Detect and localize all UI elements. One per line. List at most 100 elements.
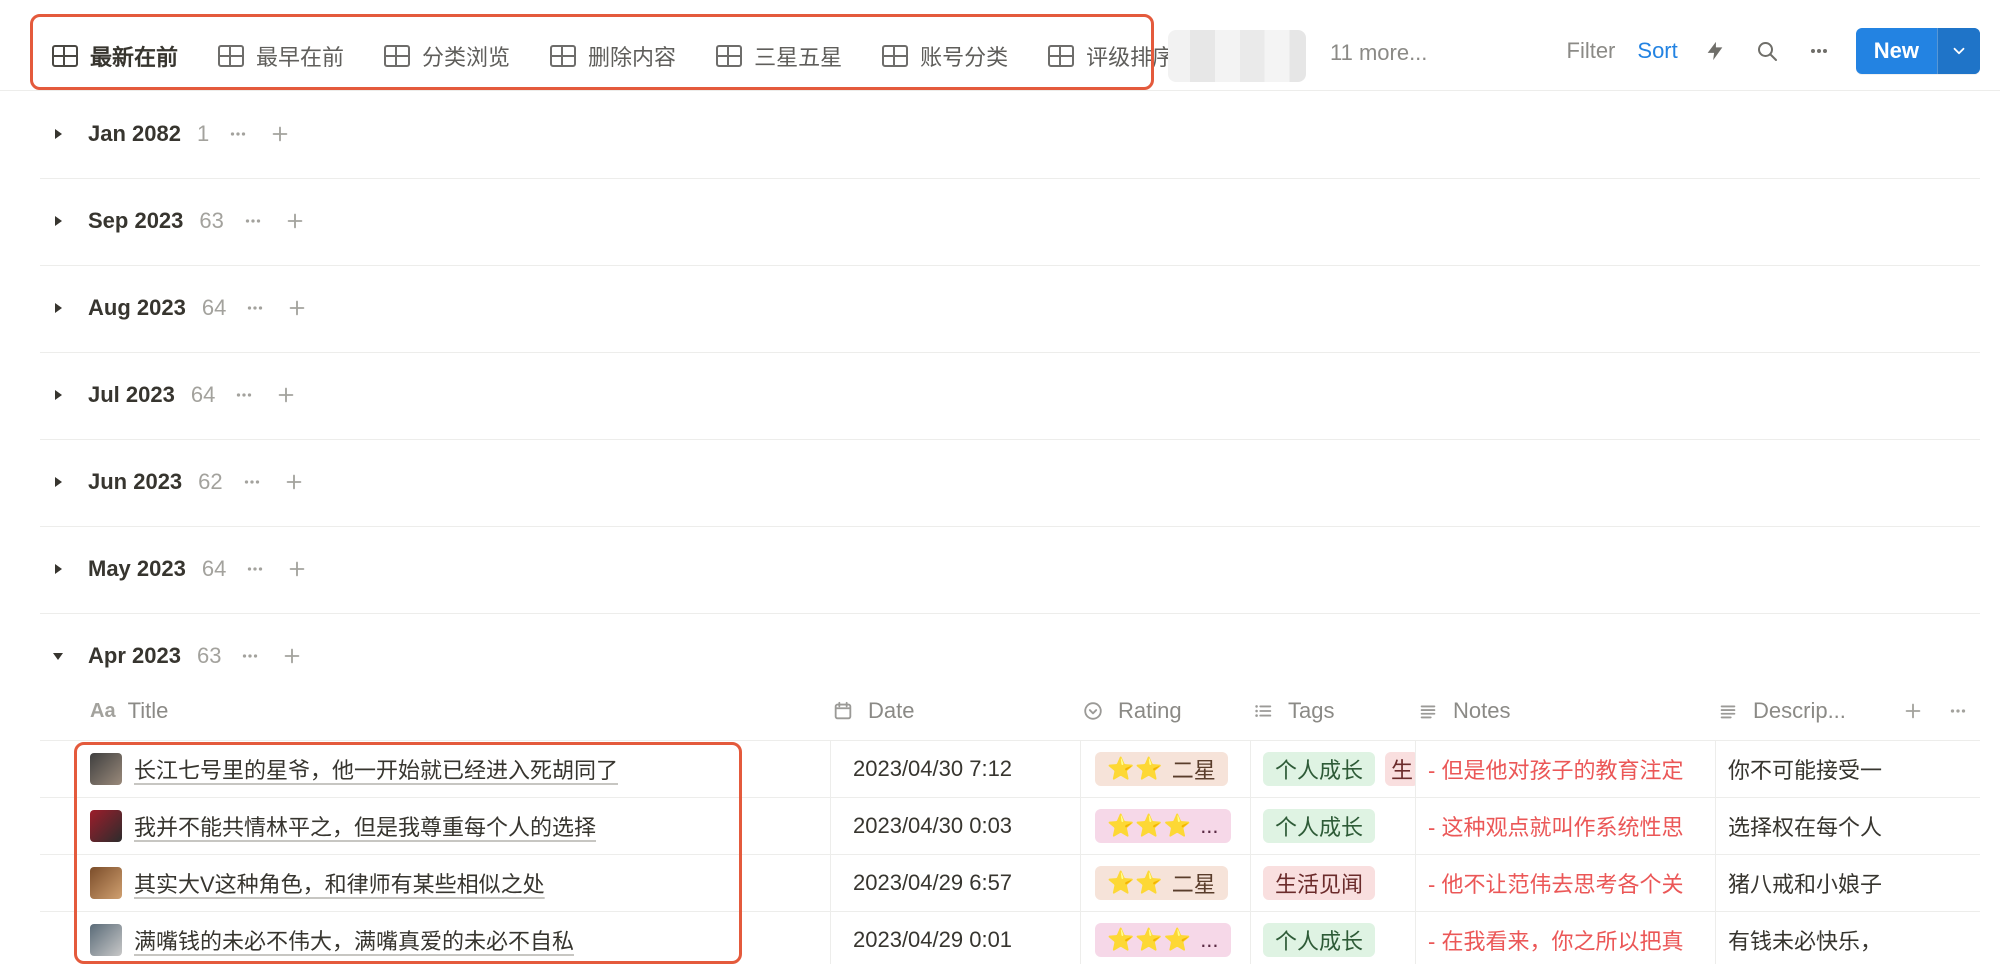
tag-pill[interactable]: 生活见闻 <box>1263 866 1376 900</box>
cell-rating[interactable]: ⭐⭐⭐ ... <box>1080 798 1250 854</box>
group-label: Jul 2023 <box>88 382 175 407</box>
cell-notes[interactable]: - 这种观点就叫作系统性思 <box>1415 798 1715 854</box>
cell-title[interactable]: 我并不能共情林平之，但是我尊重每个人的选择 <box>90 798 860 854</box>
group-add-icon[interactable] <box>281 471 307 493</box>
tag-pill[interactable]: 生 <box>1385 752 1415 786</box>
group-more-icon[interactable] <box>237 645 263 667</box>
tab-browse-by-category[interactable]: 分类浏览 <box>372 24 526 88</box>
header-date-label: Date <box>868 698 915 723</box>
tab-deleted-content[interactable]: 删除内容 <box>538 24 692 88</box>
cell-tags[interactable]: 个人成长 <box>1250 912 1415 964</box>
group-more-icon[interactable] <box>239 471 265 493</box>
cell-notes[interactable]: - 在我看来，你之所以把真 <box>1415 912 1715 964</box>
group-add-icon[interactable] <box>284 297 310 319</box>
cell-date[interactable]: 2023/04/29 0:01 <box>830 912 1080 964</box>
table-row[interactable]: 我并不能共情林平之，但是我尊重每个人的选择 2023/04/30 0:03 ⭐⭐… <box>40 797 1980 854</box>
caret-right-icon[interactable] <box>44 468 72 496</box>
group-sep-2023[interactable]: Sep 2023 63 <box>40 179 1980 266</box>
group-add-icon[interactable] <box>282 210 308 232</box>
table-row[interactable]: 满嘴钱的未必不伟大，满嘴真爱的未必不自私 2023/04/29 0:01 ⭐⭐⭐… <box>40 911 1980 964</box>
cell-tags[interactable]: 生活见闻 <box>1250 855 1415 911</box>
tag-pill[interactable]: 个人成长 <box>1263 809 1376 843</box>
group-more-icon[interactable] <box>242 558 268 580</box>
new-button[interactable]: New <box>1856 28 1937 74</box>
header-rating[interactable]: Rating <box>1080 682 1182 740</box>
caret-right-icon[interactable] <box>44 294 72 322</box>
cell-rating[interactable]: ⭐⭐⭐ ... <box>1080 912 1250 964</box>
caret-right-icon[interactable] <box>44 555 72 583</box>
cell-date[interactable]: 2023/04/30 0:03 <box>830 798 1080 854</box>
cell-description[interactable]: 有钱未必快乐， <box>1715 912 1895 964</box>
tab-rating-sort[interactable]: 评级排序 <box>1036 24 1190 88</box>
rating-pill[interactable]: ⭐⭐ 二星 <box>1095 866 1228 900</box>
cell-rating[interactable]: ⭐⭐ 二星 <box>1080 741 1250 797</box>
group-label: May 2023 <box>88 556 186 581</box>
cell-title[interactable]: 其实大V这种角色，和律师有某些相似之处 <box>90 855 860 911</box>
group-more-icon[interactable] <box>231 384 257 406</box>
cell-description[interactable]: 猪八戒和小娘子 <box>1715 855 1895 911</box>
tab-newest-first[interactable]: 最新在前 <box>40 24 195 90</box>
caret-down-icon[interactable] <box>44 642 72 670</box>
tag-pill[interactable]: 个人成长 <box>1263 923 1376 957</box>
caret-right-icon[interactable] <box>44 120 72 148</box>
group-more-icon[interactable] <box>225 123 251 145</box>
new-dropdown-button[interactable] <box>1937 28 1980 74</box>
group-jul-2023[interactable]: Jul 2023 64 <box>40 353 1980 440</box>
rating-pill[interactable]: ⭐⭐ 二星 <box>1095 752 1228 786</box>
tab-three-to-five-stars[interactable]: 三星五星 <box>704 24 858 88</box>
filter-button[interactable]: Filter <box>1567 38 1616 64</box>
group-add-icon[interactable] <box>279 645 305 667</box>
sort-button[interactable]: Sort <box>1637 38 1677 64</box>
table-more-button[interactable] <box>1945 682 1971 740</box>
cell-description[interactable]: 你不可能接受一 <box>1715 741 1895 797</box>
title-text[interactable]: 我并不能共情林平之，但是我尊重每个人的选择 <box>134 810 596 842</box>
header-title[interactable]: Aa Title <box>90 682 168 740</box>
search-button[interactable] <box>1752 36 1782 66</box>
rating-pill[interactable]: ⭐⭐⭐ ... <box>1095 923 1231 957</box>
group-jan-2082[interactable]: Jan 2082 1 <box>40 92 1980 179</box>
group-more-icon[interactable] <box>240 210 266 232</box>
cell-tags[interactable]: 个人成长 <box>1250 798 1415 854</box>
search-icon <box>1757 42 1777 61</box>
group-apr-2023[interactable]: Apr 2023 63 <box>40 614 1980 680</box>
cell-description[interactable]: 选择权在每个人 <box>1715 798 1895 854</box>
more-views-link[interactable]: 11 more... <box>1330 40 1427 66</box>
add-property-button[interactable] <box>1900 682 1926 740</box>
table-icon <box>716 45 743 67</box>
title-text[interactable]: 长江七号里的星爷，他一开始就已经进入死胡同了 <box>134 753 618 785</box>
cell-notes[interactable]: - 他不让范伟去思考各个关 <box>1415 855 1715 911</box>
cell-title[interactable]: 满嘴钱的未必不伟大，满嘴真爱的未必不自私 <box>90 912 860 964</box>
group-more-icon[interactable] <box>242 297 268 319</box>
tab-oldest-first[interactable]: 最早在前 <box>206 24 360 88</box>
database-view-toolbar: 最新在前 最早在前 分类浏览 删除内容 三星五星 账号分类 评级排序 11 mo… <box>0 0 2000 91</box>
title-text[interactable]: 满嘴钱的未必不伟大，满嘴真爱的未必不自私 <box>134 924 574 956</box>
title-text[interactable]: 其实大V这种角色，和律师有某些相似之处 <box>134 867 545 899</box>
rating-pill[interactable]: ⭐⭐⭐ ... <box>1095 809 1231 843</box>
tab-account-category[interactable]: 账号分类 <box>870 24 1024 88</box>
group-add-icon[interactable] <box>273 384 299 406</box>
caret-right-icon[interactable] <box>44 381 72 409</box>
cell-date[interactable]: 2023/04/30 7:12 <box>830 741 1080 797</box>
header-tags[interactable]: Tags <box>1250 682 1334 740</box>
header-description[interactable]: Descrip... <box>1715 682 1846 740</box>
table-row[interactable]: 长江七号里的星爷，他一开始就已经进入死胡同了 2023/04/30 7:12 ⭐… <box>40 740 1980 797</box>
group-add-icon[interactable] <box>284 558 310 580</box>
cell-title[interactable]: 长江七号里的星爷，他一开始就已经进入死胡同了 <box>90 741 860 797</box>
automation-bolt-button[interactable] <box>1700 36 1730 66</box>
group-add-icon[interactable] <box>267 123 293 145</box>
caret-right-icon[interactable] <box>44 207 72 235</box>
cell-rating[interactable]: ⭐⭐ 二星 <box>1080 855 1250 911</box>
table-row[interactable]: 其实大V这种角色，和律师有某些相似之处 2023/04/29 6:57 ⭐⭐ 二… <box>40 854 1980 911</box>
cell-date[interactable]: 2023/04/29 6:57 <box>830 855 1080 911</box>
group-aug-2023[interactable]: Aug 2023 64 <box>40 266 1980 353</box>
cell-notes[interactable]: - 但是他对孩子的教育注定 <box>1415 741 1715 797</box>
more-options-button[interactable] <box>1804 36 1834 66</box>
group-jun-2023[interactable]: Jun 2023 62 <box>40 440 1980 527</box>
tag-pill[interactable]: 个人成长 <box>1263 752 1376 786</box>
header-date[interactable]: Date <box>830 682 914 740</box>
header-notes[interactable]: Notes <box>1415 682 1510 740</box>
rating-label: ... <box>1200 813 1219 838</box>
cell-tags[interactable]: 个人成长 生 <box>1250 741 1415 797</box>
group-may-2023[interactable]: May 2023 64 <box>40 527 1980 614</box>
text-type-icon: Aa <box>90 699 116 722</box>
